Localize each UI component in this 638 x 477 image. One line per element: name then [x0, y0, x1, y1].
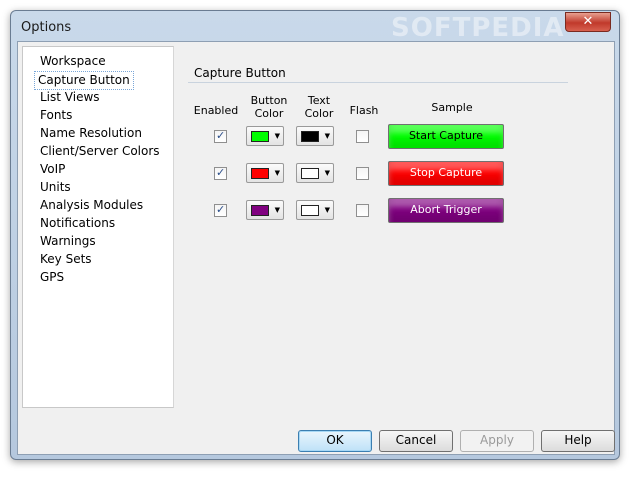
- button-color-swatch: [251, 131, 269, 142]
- column-header-sample: Sample: [431, 101, 473, 114]
- sample-button-abort-trigger[interactable]: Abort Trigger: [388, 198, 504, 223]
- nav-item-warnings[interactable]: Warnings: [37, 233, 99, 250]
- cancel-button[interactable]: Cancel: [379, 430, 453, 452]
- nav-item-units[interactable]: Units: [37, 179, 74, 196]
- column-header-text-color: Text Color: [304, 94, 334, 120]
- dropdown-arrow-icon: ▼: [274, 169, 280, 177]
- nav-item-voip[interactable]: VoIP: [37, 161, 68, 178]
- sample-button-stop-capture[interactable]: Stop Capture: [388, 161, 504, 186]
- nav-item-client-server-colors[interactable]: Client/Server Colors: [37, 143, 163, 160]
- enabled-checkbox[interactable]: [214, 166, 227, 180]
- ok-button[interactable]: OK: [298, 430, 372, 452]
- watermark: SOFTPEDIA: [391, 13, 565, 43]
- capture-button-panel: Capture Button Enabled Button Color Text…: [188, 56, 608, 396]
- enabled-checkbox[interactable]: [214, 203, 227, 217]
- column-header-enabled: Enabled: [193, 104, 239, 117]
- button-color-picker[interactable]: ▼: [246, 200, 284, 220]
- button-color-swatch: [251, 205, 269, 216]
- enabled-checkbox[interactable]: [214, 129, 227, 143]
- nav-item-name-resolution[interactable]: Name Resolution: [37, 125, 145, 142]
- text-color-picker[interactable]: ▼: [296, 126, 334, 146]
- button-color-picker[interactable]: ▼: [246, 163, 284, 183]
- apply-button[interactable]: Apply: [460, 430, 534, 452]
- close-button[interactable]: ✕: [565, 12, 611, 32]
- text-color-swatch: [301, 131, 319, 142]
- flash-checkbox[interactable]: [356, 167, 369, 180]
- dropdown-arrow-icon: ▼: [324, 169, 330, 177]
- help-button[interactable]: Help: [541, 430, 615, 452]
- flash-checkbox[interactable]: [356, 204, 369, 217]
- nav-item-capture-button[interactable]: Capture Button: [34, 71, 134, 90]
- flash-checkbox[interactable]: [356, 130, 369, 143]
- nav-item-notifications[interactable]: Notifications: [37, 215, 118, 232]
- window-title: Options: [21, 20, 72, 35]
- nav-item-analysis-modules[interactable]: Analysis Modules: [37, 197, 146, 214]
- nav-item-workspace[interactable]: Workspace: [37, 53, 109, 70]
- dropdown-arrow-icon: ▼: [274, 132, 280, 140]
- options-window: Options SOFTPEDIA ✕ Workspace Capture Bu…: [10, 10, 620, 460]
- text-color-picker[interactable]: ▼: [296, 163, 334, 183]
- dropdown-arrow-icon: ▼: [324, 132, 330, 140]
- button-color-swatch: [251, 168, 269, 179]
- dialog-client: Workspace Capture Button List Views Font…: [17, 41, 615, 455]
- button-color-picker[interactable]: ▼: [246, 126, 284, 146]
- nav-item-key-sets[interactable]: Key Sets: [37, 251, 95, 268]
- text-color-swatch: [301, 205, 319, 216]
- section-divider: [188, 82, 568, 83]
- sample-button-start-capture[interactable]: Start Capture: [388, 124, 504, 149]
- text-color-swatch: [301, 168, 319, 179]
- dropdown-arrow-icon: ▼: [274, 206, 280, 214]
- text-color-picker[interactable]: ▼: [296, 200, 334, 220]
- category-list[interactable]: Workspace Capture Button List Views Font…: [22, 46, 174, 408]
- nav-item-gps[interactable]: GPS: [37, 269, 67, 286]
- section-title: Capture Button: [194, 66, 286, 80]
- nav-item-list-views[interactable]: List Views: [37, 89, 103, 106]
- column-header-flash: Flash: [349, 104, 379, 117]
- nav-item-fonts[interactable]: Fonts: [37, 107, 75, 124]
- dropdown-arrow-icon: ▼: [324, 206, 330, 214]
- column-header-button-color: Button Color: [250, 94, 288, 120]
